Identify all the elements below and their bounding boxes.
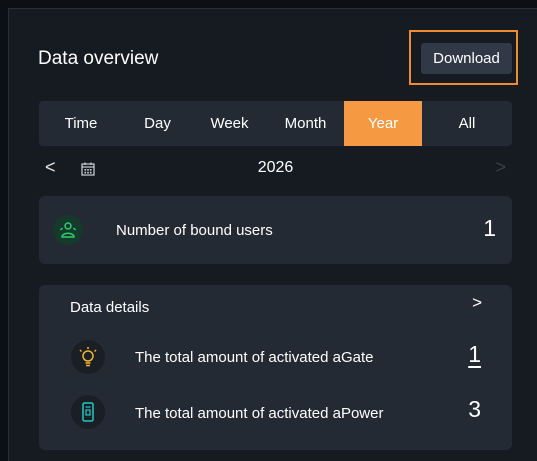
tab-time[interactable]: Time [39,101,123,146]
date-navigator: < 2026 > [39,157,512,185]
tab-all[interactable]: All [422,101,512,146]
tab-day[interactable]: Day [123,101,192,146]
users-icon [53,215,83,245]
battery-device-icon [71,395,105,429]
data-details-title: Data details [70,299,150,316]
bound-users-label: Number of bound users [116,222,273,239]
apower-label: The total amount of activated aPower [135,405,384,422]
selected-year: 2026 [257,159,294,176]
tab-month[interactable]: Month [267,101,344,146]
page-title: Data overview [38,48,159,69]
tab-week[interactable]: Week [192,101,267,146]
data-details-card: Data details > The total amount of activ… [39,285,512,450]
apower-value: 3 [468,396,481,422]
lightbulb-icon [71,340,105,374]
bound-users-card: Number of bound users 1 [39,196,512,264]
bound-users-value: 1 [483,215,496,241]
chevron-right-icon: > [495,157,506,177]
download-button[interactable]: Download [421,43,512,74]
agate-label: The total amount of activated aGate [135,349,374,366]
chevron-right-icon[interactable]: > [472,293,482,313]
tab-year[interactable]: Year [344,101,422,146]
agate-value[interactable]: 1 [468,341,481,368]
period-tabs: Time Day Week Month Year All [39,101,512,146]
